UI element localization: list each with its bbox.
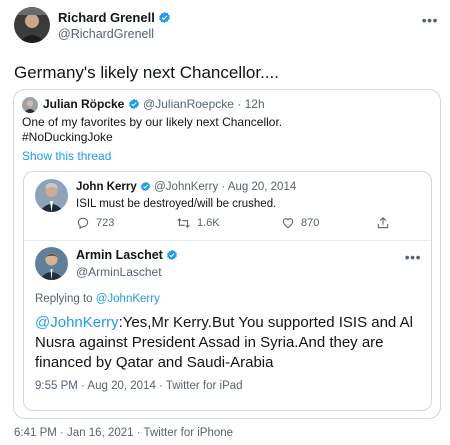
retweet-count: 1.6K — [197, 217, 220, 229]
share-icon — [377, 217, 389, 229]
replying-to-prefix: Replying to — [35, 293, 96, 305]
quoted-tweet-line1: One of my favorites by our likely next C… — [22, 115, 283, 129]
quoted-tweet-header: Julian Röpcke @JulianRoepcke · 12h — [43, 97, 265, 113]
kerry-tweet-text: ISIL must be destroyed/will be crushed. — [76, 198, 277, 210]
share-action — [376, 216, 390, 230]
laschet-tweet-text: @JohnKerry:Yes,Mr Kerry.But You supporte… — [35, 313, 427, 373]
ellipsis-icon: ••• — [404, 249, 421, 265]
replying-to-line: Replying to @JohnKerry — [35, 293, 160, 305]
main-author-handle[interactable]: @RichardGrenell — [58, 27, 154, 41]
quoted-tweet-text: One of my favorites by our likely next C… — [22, 115, 422, 145]
main-tweet-text: Germany's likely next Chancellor.... — [14, 63, 279, 82]
main-author-name[interactable]: Richard Grenell — [58, 10, 155, 25]
reply-count: 723 — [96, 217, 115, 229]
kerry-tweet-actions: 723 1.6K 870 — [76, 216, 416, 236]
verified-badge-icon — [128, 98, 140, 113]
laschet-author-name: Armin Laschet — [76, 248, 163, 262]
main-author-name-row[interactable]: Richard Grenell — [58, 10, 171, 27]
quoted-tweet-card[interactable]: Julian Röpcke @JulianRoepcke · 12h One o… — [13, 89, 441, 419]
avatar-john-kerry — [35, 179, 68, 212]
retweet-action: 1.6K — [176, 216, 220, 230]
reply-action: 723 — [76, 216, 114, 230]
retweet-icon — [177, 218, 190, 228]
ellipsis-icon[interactable]: ••• — [422, 13, 438, 27]
divider — [24, 240, 431, 241]
like-count: 870 — [301, 217, 320, 229]
kerry-author-handle: @JohnKerry — [154, 181, 219, 193]
verified-badge-icon — [166, 249, 178, 264]
avatar-julian-ropcke — [22, 97, 38, 113]
laschet-tweet-meta: 9:55 PM · Aug 20, 2014 · Twitter for iPa… — [35, 380, 243, 392]
verified-badge-icon — [158, 11, 171, 27]
verified-badge-icon — [140, 181, 151, 195]
like-action: 870 — [281, 216, 319, 230]
quoted-tweet-hashtag: #NoDuckingJoke — [22, 130, 113, 144]
kerry-tweet-header: John Kerry @JohnKerry · Aug 20, 2014 — [76, 181, 296, 195]
laschet-author-handle: @ArminLaschet — [76, 265, 162, 279]
heart-icon — [282, 218, 294, 229]
main-tweet-meta[interactable]: 6:41 PM · Jan 16, 2021 · Twitter for iPh… — [14, 427, 233, 439]
embedded-tweet-image: John Kerry @JohnKerry · Aug 20, 2014 ISI… — [23, 171, 432, 411]
show-thread-link[interactable]: Show this thread — [22, 149, 111, 163]
laschet-author-name-row: Armin Laschet — [76, 248, 178, 264]
tweet-screenshot: Richard Grenell @RichardGrenell ••• Germ… — [0, 0, 450, 445]
avatar-armin-laschet — [35, 247, 68, 280]
quoted-author-name: Julian Röpcke — [43, 97, 125, 111]
quoted-tweet-time: · 12h — [237, 97, 265, 111]
avatar-richard-grenell[interactable] — [14, 7, 50, 43]
kerry-author-name: John Kerry — [76, 181, 137, 193]
replying-to-handle: @JohnKerry — [95, 293, 160, 305]
quoted-author-handle: @JulianRoepcke — [143, 97, 234, 111]
kerry-tweet-date: · Aug 20, 2014 — [221, 181, 297, 193]
reply-icon — [77, 217, 89, 230]
laschet-mention: @JohnKerry — [35, 314, 119, 331]
